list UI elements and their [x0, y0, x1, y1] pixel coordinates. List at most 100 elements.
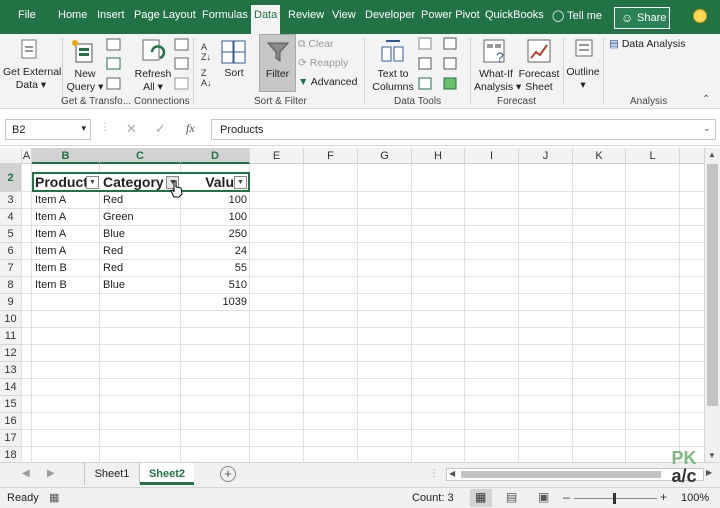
table-cell[interactable]: Item B: [32, 262, 100, 277]
zoom-in-button[interactable]: +: [660, 490, 667, 504]
table-cell[interactable]: Red: [100, 194, 181, 209]
page-layout-view-icon[interactable]: ▤: [506, 490, 517, 504]
scroll-left-icon[interactable]: ◀: [449, 469, 455, 478]
row-header[interactable]: 11: [0, 328, 22, 345]
formula-input[interactable]: Products: [211, 119, 716, 140]
row-header[interactable]: 4: [0, 209, 22, 226]
previous-sheet-icon[interactable]: ◀: [22, 468, 30, 479]
row-header[interactable]: 6: [0, 243, 22, 260]
advanced-filter-button[interactable]: ▼ Advanced: [298, 76, 357, 89]
tab-page-layout[interactable]: Page Layout: [134, 9, 196, 21]
scroll-up-icon[interactable]: ▲: [708, 150, 716, 159]
column-header-g[interactable]: G: [358, 148, 412, 164]
column-header-a[interactable]: A: [22, 148, 32, 164]
table-cell[interactable]: [32, 296, 100, 311]
scroll-down-icon[interactable]: ▼: [708, 451, 716, 460]
forecast-sheet-button[interactable]: Forecast Sheet: [518, 68, 560, 94]
column-header-f[interactable]: F: [304, 148, 358, 164]
table-cell[interactable]: Item B: [32, 279, 100, 294]
normal-view-button[interactable]: ▦: [470, 489, 492, 507]
tab-developer[interactable]: Developer: [365, 9, 415, 21]
sort-button[interactable]: Sort: [220, 67, 248, 80]
data-analysis-button[interactable]: ▤ Data Analysis: [609, 38, 685, 51]
what-if-analysis-button[interactable]: What-If Analysis ▾: [474, 68, 521, 94]
zoom-slider-thumb[interactable]: [613, 493, 616, 504]
row-header[interactable]: 10: [0, 311, 22, 328]
table-cell[interactable]: Blue: [100, 279, 181, 294]
vertical-scroll-thumb[interactable]: [707, 164, 718, 406]
tab-home[interactable]: Home: [58, 9, 87, 21]
table-cell[interactable]: Blue: [100, 228, 181, 243]
column-header-i[interactable]: I: [465, 148, 519, 164]
sort-a-z-icon[interactable]: A Z↓: [201, 42, 211, 62]
row-header[interactable]: 18: [0, 447, 22, 462]
tab-insert[interactable]: Insert: [97, 9, 125, 21]
table-cell[interactable]: 1039: [181, 296, 250, 311]
row-header[interactable]: 13: [0, 362, 22, 379]
table-cell[interactable]: Item A: [32, 228, 100, 243]
sheet-tab-sheet1[interactable]: Sheet1: [84, 463, 140, 485]
tell-me-search[interactable]: ◯ Tell me: [552, 9, 602, 22]
row-header[interactable]: 2: [0, 164, 22, 192]
table-cell[interactable]: Red: [100, 245, 181, 260]
insert-function-icon[interactable]: fx: [186, 121, 195, 136]
tab-formulas[interactable]: Formulas: [202, 9, 248, 21]
zoom-out-button[interactable]: –: [563, 490, 570, 504]
select-all-corner[interactable]: [0, 148, 22, 164]
sort-z-a-icon[interactable]: Z A↓: [201, 68, 212, 88]
row-header[interactable]: 8: [0, 277, 22, 294]
row-header[interactable]: 5: [0, 226, 22, 243]
column-header-d[interactable]: D: [181, 148, 250, 164]
filter-button[interactable]: Filter: [259, 34, 296, 92]
tab-power-pivot[interactable]: Power Pivot: [421, 9, 480, 21]
row-header[interactable]: 14: [0, 379, 22, 396]
column-header-b[interactable]: B: [32, 148, 100, 164]
column-header-j[interactable]: J: [519, 148, 573, 164]
table-cell[interactable]: 24: [181, 245, 250, 260]
table-cell[interactable]: 55: [181, 262, 250, 277]
table-cell[interactable]: Item A: [32, 194, 100, 209]
table-cell[interactable]: Item A: [32, 211, 100, 226]
row-header[interactable]: 15: [0, 396, 22, 413]
confirm-entry-icon[interactable]: ✓: [155, 121, 166, 137]
table-cell[interactable]: Item A: [32, 245, 100, 260]
column-header-c[interactable]: C: [100, 148, 181, 164]
tab-view[interactable]: View: [332, 9, 356, 21]
row-header[interactable]: 7: [0, 260, 22, 277]
row-header[interactable]: 3: [0, 192, 22, 209]
text-to-columns-button[interactable]: Text to Columns: [371, 68, 415, 94]
refresh-all-button[interactable]: Refresh All ▾: [134, 68, 172, 94]
row-header[interactable]: 9: [0, 294, 22, 311]
zoom-level[interactable]: 100%: [681, 492, 709, 504]
feedback-smiley-icon[interactable]: [693, 9, 707, 23]
tab-quickbooks[interactable]: QuickBooks: [485, 9, 544, 21]
table-cell[interactable]: 250: [181, 228, 250, 243]
macro-record-icon[interactable]: ▦: [49, 491, 59, 504]
row-header[interactable]: 17: [0, 430, 22, 447]
next-sheet-icon[interactable]: ▶: [47, 468, 55, 479]
share-button[interactable]: ☺ Share: [614, 7, 670, 29]
horizontal-scroll-thumb[interactable]: [461, 471, 661, 478]
outline-button[interactable]: Outline ▾: [564, 66, 602, 92]
name-box-dropdown-icon[interactable]: ▾: [81, 123, 86, 134]
table-cell[interactable]: 100: [181, 194, 250, 209]
column-header-e[interactable]: E: [250, 148, 304, 164]
tab-file[interactable]: File: [18, 9, 36, 21]
table-cell[interactable]: 100: [181, 211, 250, 226]
tab-data[interactable]: Data: [251, 5, 281, 34]
tab-review[interactable]: Review: [288, 9, 324, 21]
table-cell[interactable]: [100, 296, 181, 311]
add-sheet-icon[interactable]: +: [220, 466, 236, 482]
collapse-ribbon-icon[interactable]: ⌃: [702, 94, 710, 105]
row-header[interactable]: 12: [0, 345, 22, 362]
column-header-l[interactable]: L: [626, 148, 680, 164]
cancel-entry-icon[interactable]: ✕: [126, 121, 137, 137]
expand-formula-bar-icon[interactable]: ⌄: [703, 123, 711, 134]
sheet-tab-sheet2[interactable]: Sheet2: [140, 463, 194, 485]
row-header[interactable]: 16: [0, 413, 22, 430]
table-cell[interactable]: Red: [100, 262, 181, 277]
get-external-data-button[interactable]: Get External Data ▾: [3, 66, 61, 92]
table-cell[interactable]: Green: [100, 211, 181, 226]
table-cell[interactable]: 510: [181, 279, 250, 294]
page-break-view-icon[interactable]: ▣: [538, 490, 549, 504]
